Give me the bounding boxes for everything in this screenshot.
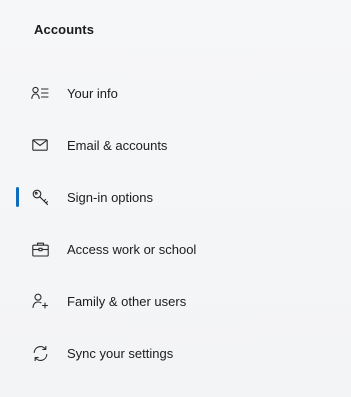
active-indicator [16,187,19,207]
sidebar-item-access-work-or-school[interactable]: Access work or school [0,223,351,275]
sidebar-item-your-info[interactable]: Your info [0,67,351,119]
sidebar-item-label: Sync your settings [67,345,174,361]
accounts-nav: Your info Email & accounts Sign-in optio… [0,67,351,379]
sidebar-item-sync-settings[interactable]: Sync your settings [0,327,351,379]
sidebar-item-family-other-users[interactable]: Family & other users [0,275,351,327]
sidebar-item-sign-in-options[interactable]: Sign-in options [0,171,351,223]
person-add-icon [31,292,49,310]
sidebar-item-email-accounts[interactable]: Email & accounts [0,119,351,171]
key-icon [31,188,49,206]
accounts-sidebar: Accounts Your info Email & accounts Sign… [0,0,351,397]
sync-icon [31,344,49,362]
sidebar-item-label: Email & accounts [67,137,168,153]
sidebar-item-label: Family & other users [67,293,187,309]
sidebar-item-label: Access work or school [67,241,197,257]
person-info-icon [31,84,49,102]
sidebar-item-label: Your info [67,85,118,101]
sidebar-item-label: Sign-in options [67,189,153,205]
briefcase-icon [31,240,49,258]
mail-icon [31,136,49,154]
section-title: Accounts [34,22,95,37]
